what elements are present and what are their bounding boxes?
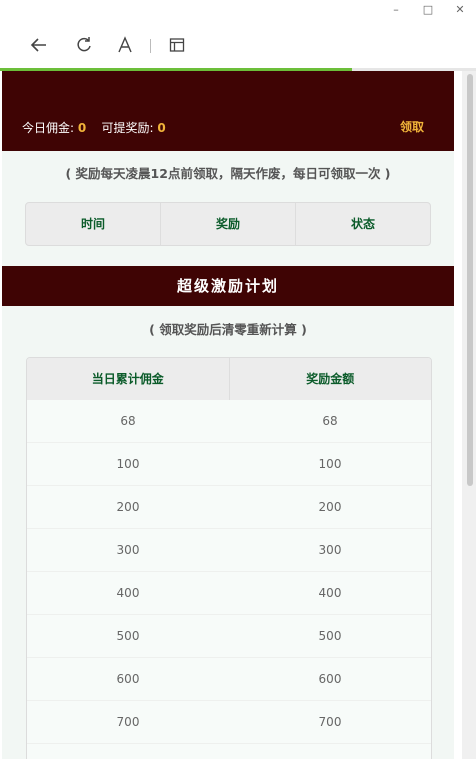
table-cell-reward: 400	[318, 586, 342, 600]
table-row: 68 68	[27, 400, 431, 442]
back-arrow-icon[interactable]	[26, 32, 52, 58]
table-row: 200 200	[27, 485, 431, 528]
table-cell-reward: 700	[318, 715, 342, 729]
table-row: 500 500	[27, 614, 431, 657]
table-row: 600 600	[27, 657, 431, 700]
today-commission-value: 0	[77, 121, 87, 135]
table-cell-reward: 100	[318, 457, 342, 471]
table-row: 700 700	[27, 700, 431, 743]
column-header-reward-amount: 奖励金额	[306, 372, 355, 386]
record-tabs: 时间 奖励 状态	[25, 202, 431, 246]
today-commission-label: 今日佣金:	[22, 121, 75, 135]
table-row: 100 100	[27, 442, 431, 485]
table-cell-commission: 500	[116, 629, 140, 643]
table-cell-reward: 500	[318, 629, 342, 643]
tab-time[interactable]: 时间	[26, 203, 161, 245]
browser-toolbar	[0, 22, 476, 68]
page-viewport: 今日佣金: 0 可提奖励: 0 领取 ( 奖励每天凌晨12点前领取，隔天作废，每…	[2, 71, 454, 759]
table-row: 400 400	[27, 571, 431, 614]
close-button[interactable]: ✕	[450, 2, 470, 18]
table-cell-commission: 300	[116, 543, 140, 557]
table-cell-commission: 400	[116, 586, 140, 600]
refresh-icon[interactable]	[71, 32, 97, 58]
claim-button[interactable]: 领取	[400, 118, 424, 135]
withdrawable-reward-value: 0	[157, 121, 166, 135]
table-cell-commission: 68	[120, 414, 136, 428]
reward-table: 当日累计佣金 奖励金额 68 68 100 100 200 200 300 300 40…	[26, 357, 432, 759]
table-row: 800800	[27, 743, 431, 759]
table-cell-reward: 68	[322, 414, 338, 428]
scrollbar-thumb[interactable]	[467, 74, 473, 486]
window-title-bar: – □ ✕	[0, 0, 476, 22]
table-row: 300 300	[27, 528, 431, 571]
header-band: 今日佣金: 0 可提奖励: 0 领取	[2, 71, 454, 151]
reward-table-body: 68 68 100 100 200 200 300 300 400 400 500 500 …	[27, 400, 431, 759]
reader-font-icon[interactable]	[112, 32, 138, 58]
tab-status[interactable]: 状态	[296, 203, 430, 245]
maximize-button[interactable]: □	[418, 2, 438, 18]
reward-table-header: 当日累计佣金 奖励金额	[27, 358, 431, 400]
page-scrollbar[interactable]	[462, 71, 476, 759]
table-cell-commission: 200	[116, 500, 140, 514]
table-cell-commission: 600	[116, 672, 140, 686]
commission-summary: 今日佣金: 0 可提奖励: 0	[22, 119, 166, 136]
plan-subtitle: ( 领取奖励后清零重新计算 )	[149, 322, 307, 337]
table-cell-reward: 600	[318, 672, 342, 686]
window-layout-icon[interactable]	[164, 32, 190, 58]
toolbar-divider	[150, 39, 151, 53]
plan-title: 超级激励计划	[2, 266, 454, 306]
table-cell-reward: 200	[318, 500, 342, 514]
table-cell-reward: 300	[318, 543, 342, 557]
minimize-button[interactable]: –	[386, 2, 406, 18]
claim-notice: ( 奖励每天凌晨12点前领取，隔天作废，每日可领取一次 )	[65, 166, 391, 181]
table-cell-commission: 800	[27, 744, 229, 759]
table-cell-reward: 800	[229, 744, 431, 759]
table-cell-commission: 100	[116, 457, 140, 471]
withdrawable-reward-label: 可提奖励:	[101, 121, 154, 135]
table-cell-commission: 700	[116, 715, 140, 729]
tab-reward[interactable]: 奖励	[161, 203, 296, 245]
column-header-daily-commission: 当日累计佣金	[27, 358, 230, 400]
